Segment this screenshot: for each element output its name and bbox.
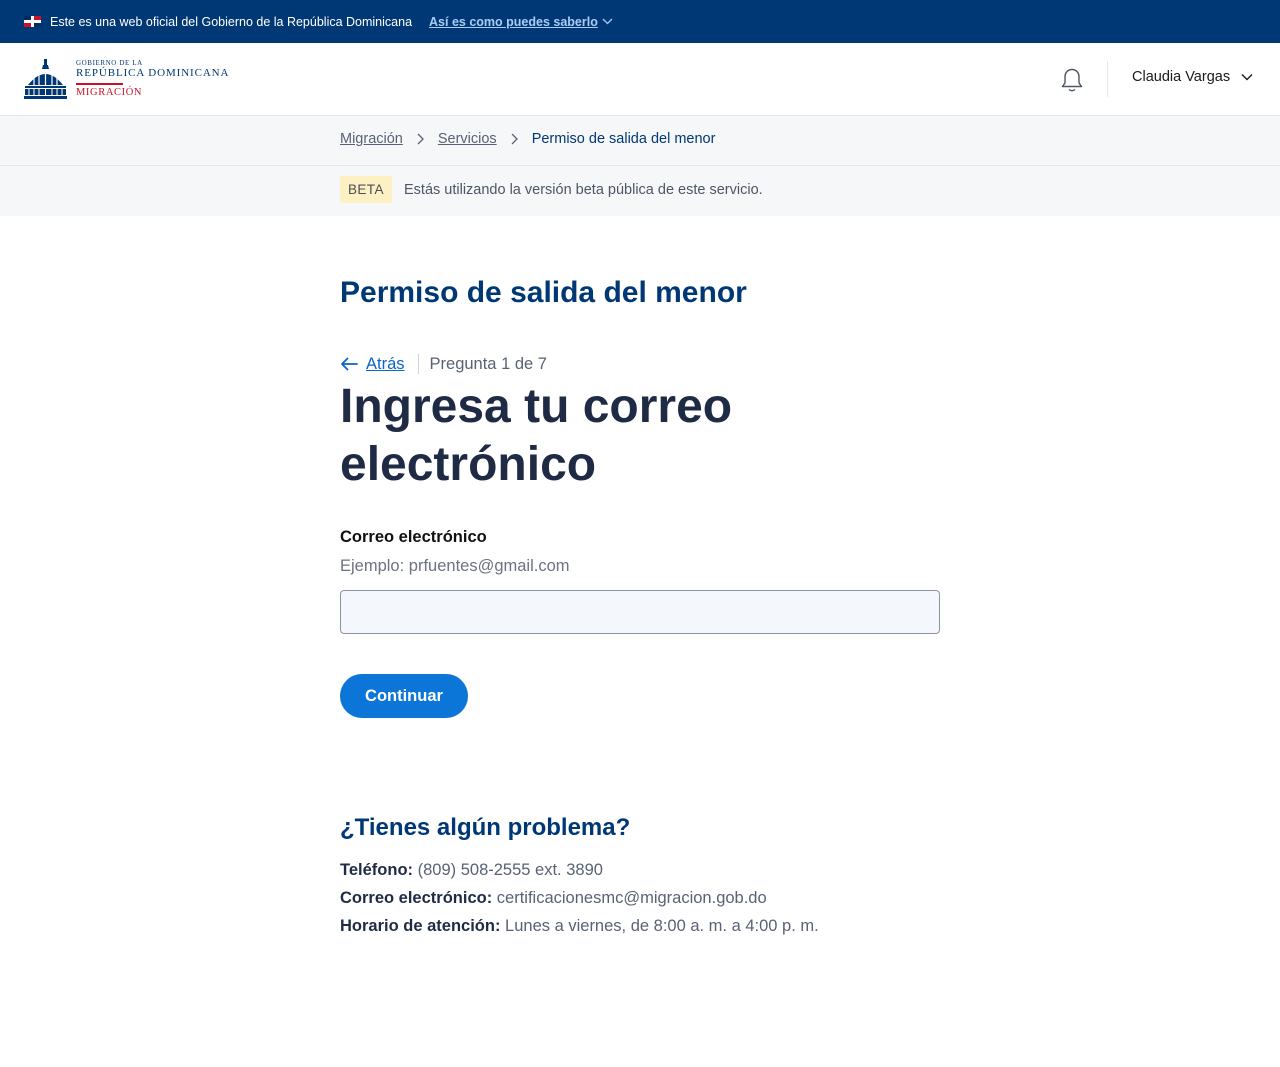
bell-icon[interactable] <box>1060 67 1084 93</box>
breadcrumb-link-migracion[interactable]: Migración <box>340 131 403 147</box>
back-divider <box>417 354 419 374</box>
back-link-label: Atrás <box>366 354 405 373</box>
logo-sub-text: MIGRACIÓN <box>76 87 143 98</box>
site-header: GOBIERNO DE LA REPÚBLICA DOMINICANA MIGR… <box>0 43 1280 116</box>
gov-banner: Este es una web oficial del Gobierno de … <box>0 0 1280 43</box>
chevron-right-icon <box>417 133 424 145</box>
chevron-down-icon <box>1241 74 1253 81</box>
email-field-hint: Ejemplo: prfuentes@gmail.com <box>340 557 570 575</box>
back-row: Atrás Pregunta 1 de 7 <box>340 352 547 376</box>
dome-logo-icon <box>24 59 67 99</box>
breadcrumb: Migración Servicios Permiso de salida de… <box>340 131 715 147</box>
help-hours-value: Lunes a viernes, de 8:00 a. m. a 4:00 p.… <box>505 917 819 935</box>
beta-notice: BETA Estás utilizando la versión beta pú… <box>0 166 1280 216</box>
help-phone-label: Teléfono: <box>340 861 414 879</box>
help-hours-label: Horario de atención: <box>340 917 501 935</box>
gov-banner-link-label: Así es como puedes saberlo <box>429 14 598 29</box>
email-field-label: Correo electrónico <box>340 528 487 546</box>
step-indicator: Pregunta 1 de 7 <box>429 354 547 373</box>
logo-small-text: GOBIERNO DE LA <box>76 59 143 67</box>
dr-flag-icon <box>24 16 41 27</box>
arrow-left-icon <box>341 357 358 371</box>
user-name: Claudia Vargas <box>1132 69 1231 85</box>
help-phone-value: (809) 508-2555 ext. 3890 <box>417 861 603 879</box>
chevron-down-icon <box>602 18 613 25</box>
back-link[interactable]: Atrás <box>340 355 405 374</box>
beta-badge: BETA <box>340 176 392 203</box>
beta-text: Estás utilizando la versión beta pública… <box>404 182 763 198</box>
continue-button[interactable]: Continuar <box>340 674 468 718</box>
user-menu-button[interactable]: Claudia Vargas <box>1132 69 1253 85</box>
logo-main-text: REPÚBLICA DOMINICANA <box>76 67 230 79</box>
logo-rule <box>76 83 123 85</box>
help-email: Correo electrónico: certificacionesmc@mi… <box>340 889 767 908</box>
breadcrumb-bar: Migración Servicios Permiso de salida de… <box>0 116 1280 166</box>
gov-banner-link[interactable]: Así es como puedes saberlo <box>429 15 613 29</box>
help-hours: Horario de atención: Lunes a viernes, de… <box>340 917 819 936</box>
help-title: ¿Tienes algún problema? <box>340 814 631 841</box>
breadcrumb-link-servicios[interactable]: Servicios <box>438 131 497 147</box>
email-field[interactable] <box>340 590 940 634</box>
question-heading: Ingresa tu correo electrónico <box>340 380 733 491</box>
chevron-right-icon <box>511 133 518 145</box>
service-title: Permiso de salida del menor <box>340 276 747 309</box>
help-email-label: Correo electrónico: <box>340 889 493 907</box>
breadcrumb-current: Permiso de salida del menor <box>531 131 716 147</box>
header-divider <box>1107 61 1108 97</box>
site-logo[interactable]: GOBIERNO DE LA REPÚBLICA DOMINICANA MIGR… <box>24 59 229 99</box>
help-phone: Teléfono: (809) 508-2555 ext. 3890 <box>340 861 603 880</box>
gov-banner-text: Este es una web oficial del Gobierno de … <box>50 14 413 29</box>
help-email-value: certificacionesmc@migracion.gob.do <box>496 889 767 907</box>
